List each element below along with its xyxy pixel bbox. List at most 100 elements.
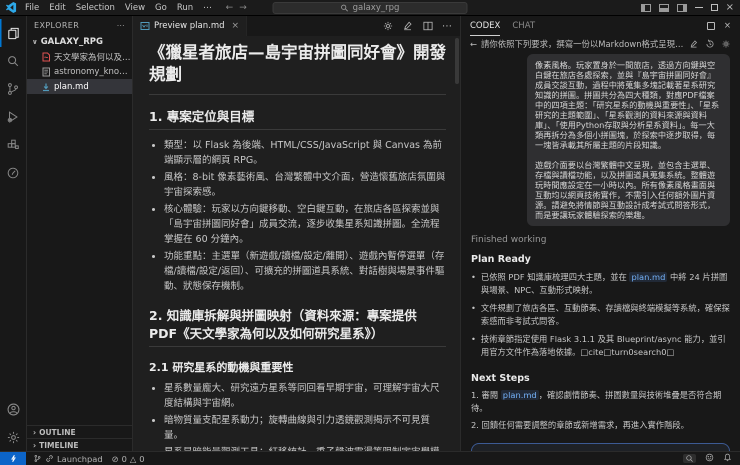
problems-status-item[interactable]: ⊘ 0 △ 0 — [112, 454, 145, 464]
preview-settings-icon[interactable] — [382, 20, 394, 32]
toggle-secondary-sidebar-icon[interactable] — [677, 4, 687, 12]
task-title[interactable]: 請你依照下列要求，撰寫一份以Markdown格式呈現的開發規劃文件... — [481, 38, 685, 50]
minimize-button[interactable] — [695, 7, 703, 8]
outline-section[interactable]: › OUTLINE — [27, 425, 132, 438]
search-icon — [341, 4, 349, 12]
file-pdf-astronomy[interactable]: 天文學家為何以及如何研究... — [27, 49, 132, 64]
list-item: 星系數量龐大、研究遠方星系等同回看早期宇宙，可理解宇宙大尺度結構與宇宙網。 — [164, 381, 446, 411]
section-2-1-heading: 2.1 研究星系的動機與重要性 — [149, 359, 446, 375]
section-1-list: 類型：以 Flask 為後端、HTML/CSS/JavaScript 與 Can… — [164, 138, 446, 294]
menu-selection[interactable]: Selection — [72, 3, 119, 13]
source-control-icon[interactable] — [0, 75, 27, 103]
next-steps-heading: Next Steps — [471, 373, 730, 384]
plan-md-link[interactable]: plan.md — [629, 272, 667, 282]
menu-more[interactable]: ⋯ — [199, 3, 216, 13]
markdown-preview[interactable]: 《獵星者旅店—島宇宙拼圖同好會》開發規劃 1. 專案定位與目標 類型：以 Fla… — [133, 36, 460, 451]
explorer-icon[interactable] — [0, 19, 27, 47]
doc-title: 《獵星者旅店—島宇宙拼圖同好會》開發規劃 — [149, 42, 446, 95]
list-item: 類型：以 Flask 為後端、HTML/CSS/JavaScript 與 Can… — [164, 138, 446, 168]
list-item: 核心體驗：玩家以方向鍵移動、空白鍵互動，在旅店各區探索並與「島宇宙拼圖同好會」成… — [164, 202, 446, 247]
user-message-bubble: 像素風格。玩家置身於一間旅店，透過方向鍵與空白鍵在旅店各處探索，並與『島宇宙拼圖… — [527, 54, 730, 226]
chevron-right-icon: › — [33, 428, 36, 437]
warnings-count: 0 — [139, 454, 144, 464]
markdown-preview-icon — [140, 21, 150, 31]
plan-md-link[interactable]: plan.md — [501, 390, 539, 400]
extensions-icon[interactable] — [0, 131, 27, 159]
toggle-sidebar-icon[interactable] — [641, 4, 651, 12]
chevron-right-icon: › — [33, 441, 36, 450]
chevron-down-icon: ∨ — [32, 38, 38, 46]
remote-indicator[interactable] — [0, 452, 26, 465]
timeline-section[interactable]: › TIMELINE — [27, 438, 132, 451]
new-task-icon[interactable] — [689, 39, 699, 49]
search-sidebar-icon[interactable] — [0, 47, 27, 75]
menu-edit[interactable]: Edit — [45, 3, 69, 13]
command-center-search[interactable]: galaxy_rpg — [273, 2, 468, 14]
menu-file[interactable]: File — [21, 3, 43, 13]
menu-bar: File Edit Selection View Go Run ⋯ — [21, 3, 216, 13]
explorer-more-icon[interactable]: ⋯ — [117, 21, 125, 30]
menu-run[interactable]: Run — [173, 3, 197, 13]
link-icon — [45, 454, 54, 463]
codex-extension-icon[interactable] — [0, 159, 27, 187]
history-icon[interactable] — [705, 39, 715, 49]
finished-working-status: Finished working — [471, 235, 730, 245]
back-arrow-icon[interactable]: ← — [470, 39, 477, 49]
list-item: 星系是暗能量觀測工具：紅移統計、重子聲波震盪等限制宇宙學模型。 — [164, 445, 446, 451]
run-debug-icon[interactable] — [0, 103, 27, 131]
vscode-logo-icon — [6, 2, 17, 13]
close-panel-icon[interactable]: × — [724, 21, 731, 31]
next-step-2: 2. 回饋任何需要調整的章節或新增需求，再進入實作階段。 — [471, 419, 730, 432]
status-bar: Launchpad ⊘ 0 △ 0 — [0, 451, 740, 465]
pdf-file-icon — [41, 52, 51, 62]
close-tab-icon[interactable]: × — [232, 21, 240, 31]
codex-settings-icon[interactable] — [721, 39, 731, 49]
restore-button[interactable] — [711, 4, 718, 11]
user-message-paragraph: 像素風格。玩家置身於一間旅店，透過方向鍵與空白鍵在旅店各處探索，並與『島宇宙拼圖… — [535, 60, 722, 150]
feedback-smiley-icon[interactable] — [705, 453, 714, 464]
plan-summary-list: • 已依照 PDF 知識庫梳理四大主題，並在 plan.md 中將 24 片拼圖… — [471, 271, 730, 364]
explorer-title: EXPLORER — [34, 21, 79, 30]
folder-galaxy-rpg[interactable]: ∨ GALAXY_RPG — [27, 34, 132, 49]
editor-group: Preview plan.md × ⋯ 《獵星者旅店—島宇宙拼圖同好會》開發規劃 — [133, 16, 460, 451]
account-icon[interactable] — [0, 395, 27, 423]
list-item: 功能重點：主選單（新遊戲/讀檔/設定/離開）、遊戲內暫停選單（存檔/讀檔/設定/… — [164, 249, 446, 294]
file-plan-md[interactable]: plan.md — [27, 79, 132, 94]
settings-gear-icon[interactable] — [0, 423, 27, 451]
menu-go[interactable]: Go — [151, 3, 171, 13]
next-step-1: 1. 審閱 plan.md，確認劇情節奏、拼圖數量與技術堆疊是否符合期待。 — [471, 389, 730, 414]
sidebar-explorer: EXPLORER ⋯ ∨ GALAXY_RPG 天文學家為何以及如何研究... — [27, 16, 133, 451]
chat-input[interactable]: 請開始根據這個計畫 @plan.md 逐步完成遊戲開發 + Auto conte… — [471, 443, 730, 452]
expand-panel-icon[interactable] — [707, 22, 715, 30]
list-item: 暗物質量支配星系動力；旋轉曲線與引力透鏡觀測揭示不可見質量。 — [164, 413, 446, 443]
errors-icon: ⊘ — [112, 454, 119, 464]
tab-bar: Preview plan.md × ⋯ — [133, 16, 460, 36]
split-editor-icon[interactable] — [422, 20, 434, 32]
toggle-panel-icon[interactable] — [659, 4, 669, 12]
section-2-1-list: 星系數量龐大、研究遠方星系等同回看早期宇宙，可理解宇宙大尺度結構與宇宙網。 暗物… — [164, 381, 446, 451]
file-astronomy-knowledge-txt[interactable]: astronomy_knowledge.txt — [27, 64, 132, 79]
activity-bar — [0, 16, 27, 451]
launchpad-status-item[interactable]: Launchpad — [33, 454, 103, 464]
menu-view[interactable]: View — [121, 3, 149, 13]
tab-preview-plan-md[interactable]: Preview plan.md × — [133, 16, 247, 36]
edit-markdown-icon[interactable] — [402, 20, 414, 32]
nav-forward-icon[interactable]: → — [239, 3, 247, 13]
search-value: galaxy_rpg — [353, 3, 400, 13]
text-file-icon — [41, 67, 51, 77]
section-1-heading: 1. 專案定位與目標 — [149, 108, 446, 131]
tab-chat[interactable]: CHAT — [512, 16, 535, 36]
warnings-icon: △ — [130, 454, 136, 464]
editor-scrollbar[interactable] — [455, 38, 459, 84]
list-item: • 文件規劃了旅店各區、互動節奏、存讀檔與終端模擬等系統，確保探索感而非考試式問… — [471, 302, 730, 327]
list-item: 風格：8-bit 像素藝術風、台灣繁體中文介面，營造懷舊旅店氛圍與宇宙探索感。 — [164, 170, 446, 200]
notifications-bell-icon[interactable] — [723, 453, 732, 464]
editor-more-actions-icon[interactable]: ⋯ — [442, 21, 452, 32]
nav-back-icon[interactable]: ← — [226, 3, 234, 13]
list-item: • 技術章節指定使用 Flask 3.1.1 及其 Blueprint/asyn… — [471, 333, 730, 358]
tab-codex[interactable]: CODEX — [470, 16, 500, 36]
section-2-heading: 2. 知識庫拆解與拼圖映射（資料來源：專案提供 PDF《天文學家為何以及如何研究… — [149, 307, 446, 347]
screencast-zoom-icon[interactable] — [683, 454, 696, 463]
titlebar: File Edit Selection View Go Run ⋯ ← → ga… — [0, 0, 740, 16]
close-window-button[interactable]: × — [726, 3, 734, 13]
